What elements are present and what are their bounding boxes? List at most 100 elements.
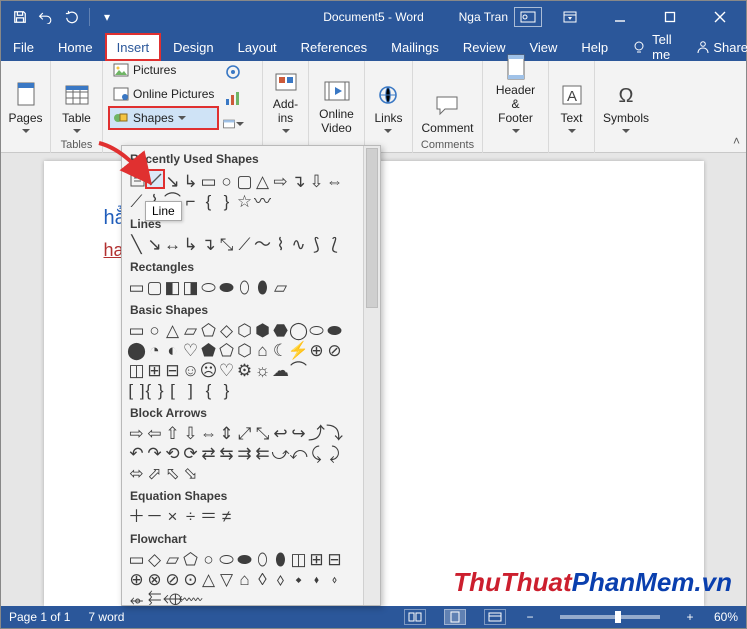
icons-button[interactable]: [222, 61, 244, 83]
user-name[interactable]: Nga Tran: [459, 10, 508, 24]
shape-oval[interactable]: ○: [218, 172, 236, 190]
zoom-in-button[interactable]: +: [684, 610, 696, 624]
save-icon[interactable]: [9, 6, 31, 28]
shape-star[interactable]: ☆: [236, 192, 254, 210]
watermark: ThuThuatPhanMem.vn: [453, 567, 732, 598]
shapes-category-basic: Basic Shapes ▭○△▱⬠◇⬡⬢⬣◯⬭⬬ ⬤◔◐♡⬟⬠⬡⌂☾⚡⊕⊘ ◫…: [128, 301, 357, 400]
qat-customize-icon[interactable]: ▾: [96, 6, 118, 28]
collapse-ribbon-button[interactable]: ˄: [733, 134, 740, 148]
chevron-down-icon: [236, 122, 244, 130]
chevron-down-icon: [282, 129, 290, 137]
tab-home[interactable]: Home: [46, 33, 105, 61]
shapes-category-equation: Equation Shapes ＋－×÷＝≠: [128, 487, 357, 526]
chevron-down-icon: [384, 129, 392, 137]
chevron-down-icon: [622, 129, 630, 137]
online-picture-icon: [113, 86, 129, 102]
shape-connector[interactable]: ↳: [182, 172, 200, 190]
pictures-button[interactable]: Pictures: [109, 59, 218, 81]
share-icon: [696, 40, 710, 54]
svg-text:A: A: [566, 88, 576, 105]
group-comments: Comment Comments: [413, 61, 483, 153]
user-avatar[interactable]: [514, 7, 542, 27]
shape-line2[interactable]: ╲: [128, 235, 146, 253]
zoom-slider[interactable]: [560, 615, 660, 619]
shape-rounded-rect[interactable]: ▢: [236, 172, 254, 190]
tab-references[interactable]: References: [289, 33, 379, 61]
text-box-icon: A: [558, 81, 586, 109]
group-label-comments: Comments: [421, 139, 474, 151]
status-word-count[interactable]: 7 word: [88, 610, 124, 624]
undo-icon[interactable]: [35, 6, 57, 28]
shape-arrow-right[interactable]: ⇨: [272, 172, 290, 190]
shape-scribble[interactable]: 〰: [254, 192, 272, 210]
video-icon: [323, 77, 351, 105]
zoom-level[interactable]: 60%: [714, 610, 738, 624]
table-button[interactable]: Table: [60, 79, 93, 137]
shape-arrow-line[interactable]: ↘: [164, 172, 182, 190]
view-print-layout[interactable]: [444, 609, 466, 625]
shape-triangle[interactable]: △: [254, 172, 272, 190]
online-video-button[interactable]: Online Video: [317, 75, 356, 137]
view-web-layout[interactable]: [484, 609, 506, 625]
comment-icon: [433, 91, 461, 119]
text-button[interactable]: A Text: [556, 79, 588, 137]
shapes-category-block-arrows: Block Arrows ⇨⇦⇧⇩⇔⇕⤢⤡↩↪⤴⤵ ↶↷⟲⟳⇄⇆⇉⇇⤻⤺⤹⤸ ⬄…: [128, 404, 357, 483]
minimize-button[interactable]: [598, 1, 642, 33]
screenshot-button[interactable]: [222, 113, 244, 135]
ribbon-display-options-icon[interactable]: [548, 1, 592, 33]
window-title: Document5 - Word: [323, 10, 423, 24]
tab-design[interactable]: Design: [161, 33, 225, 61]
ribbon-tabs: File Home Insert Design Layout Reference…: [1, 33, 746, 61]
shape-arrow-down[interactable]: ⇩: [308, 172, 326, 190]
picture-icon: [113, 62, 129, 78]
shapes-panel-scrollbar[interactable]: [363, 146, 380, 605]
tab-share[interactable]: Share: [684, 33, 747, 61]
shape-brace-r[interactable]: }: [218, 192, 236, 210]
add-ins-button[interactable]: Add- ins: [270, 65, 302, 137]
redo-icon[interactable]: [61, 6, 83, 28]
chevron-down-icon: [73, 129, 81, 137]
tab-mailings[interactable]: Mailings: [379, 33, 451, 61]
comment-button[interactable]: Comment: [419, 89, 475, 137]
pages-button[interactable]: Pages: [6, 79, 44, 137]
shape-tooltip: Line: [145, 201, 182, 221]
chevron-down-icon: [22, 129, 30, 137]
symbols-button[interactable]: Ω Symbols: [601, 79, 651, 137]
tab-insert[interactable]: Insert: [105, 33, 162, 61]
pages-icon: [12, 81, 40, 109]
status-bar: Page 1 of 1 7 word − + 60%: [1, 606, 746, 628]
shape-l[interactable]: ⌐: [182, 192, 200, 210]
tab-help[interactable]: Help: [569, 33, 620, 61]
view-read-mode[interactable]: [404, 609, 426, 625]
close-button[interactable]: [698, 1, 742, 33]
chart-button[interactable]: [222, 87, 244, 109]
zoom-out-button[interactable]: −: [524, 610, 536, 624]
shapes-icon: [113, 110, 129, 126]
links-button[interactable]: Links: [372, 79, 404, 137]
tab-layout[interactable]: Layout: [226, 33, 289, 61]
shapes-category-flowchart: Flowchart ▭◇▱⬠○⬭⬬⬯⬮◫⊞⊟ ⊕⊗⊘⊙△▽⌂◊⬨⬩⬪⬫ ⬰⬱⬲⬳: [128, 530, 357, 606]
header-footer-icon: [502, 53, 530, 81]
chevron-down-icon: [568, 129, 576, 137]
shape-elbow[interactable]: ↴: [290, 172, 308, 190]
shapes-button[interactable]: Shapes: [109, 107, 218, 129]
tab-file[interactable]: File: [1, 33, 46, 61]
maximize-button[interactable]: [648, 1, 692, 33]
online-pictures-button[interactable]: Online Pictures: [109, 83, 218, 105]
shape-brace-l[interactable]: {: [200, 192, 218, 210]
tab-tell-me[interactable]: Tell me: [620, 33, 684, 61]
shape-rect[interactable]: ▭: [200, 172, 218, 190]
svg-text:Ω: Ω: [619, 85, 634, 107]
omega-icon: Ω: [612, 81, 640, 109]
addins-icon: [272, 67, 300, 95]
quick-access-toolbar: ▾: [1, 6, 118, 28]
lightbulb-icon: [632, 40, 646, 54]
group-symbols: Ω Symbols: [595, 61, 657, 153]
shapes-category-rectangles: Rectangles ▭▢◧◨⬭⬬⬯⬮▱: [128, 258, 357, 297]
header-footer-button[interactable]: Header & Footer: [489, 51, 542, 137]
group-addins: Add- ins: [263, 61, 309, 153]
group-text: A Text: [549, 61, 595, 153]
status-page[interactable]: Page 1 of 1: [9, 610, 70, 624]
document-title: Document5 - Word: [323, 10, 423, 24]
shape-arrow-both[interactable]: ⇔: [326, 172, 344, 190]
